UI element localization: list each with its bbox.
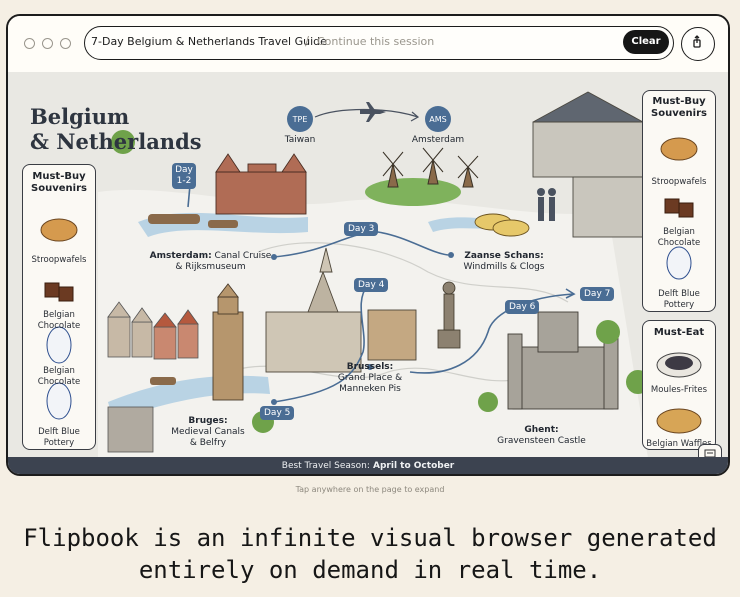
stop-zaanse-desc: Windmills & Clogs — [463, 262, 545, 272]
right-item-3-label-1: Delft Blue — [658, 289, 700, 299]
address-bar[interactable]: 7-Day Belgium & Netherlands Travel Guide… — [84, 26, 674, 60]
day-3-pill: Day 3 — [344, 222, 379, 236]
day-1-2-label-1: Day — [175, 165, 193, 175]
travel-season-value: April to October — [369, 461, 455, 471]
stop-amsterdam-desc-2: & Rijksmuseum — [175, 262, 246, 272]
window-dot-zoom[interactable] — [60, 38, 71, 49]
share-icon — [693, 35, 702, 49]
left-panel-illustrations — [40, 218, 78, 420]
map-title-line2: & Netherlands — [30, 129, 202, 154]
right-item-2-label-2: Chocolate — [657, 238, 701, 248]
left-item-4-label-2: Pottery — [43, 438, 75, 448]
stop-zaanse-name: Zaanse Schans: — [464, 251, 544, 261]
left-item-1-label: Stroopwafels — [31, 255, 87, 265]
left-item-3-label-1: Belgian — [43, 366, 75, 376]
day-1-2-pill: Day 1-2 — [172, 163, 196, 189]
windmills — [365, 147, 479, 206]
stop-amsterdam-desc: Canal Cruise — [211, 251, 272, 261]
day-1-2-label-2: 1-2 — [176, 176, 192, 186]
stop-brussels: Brussels: Grand Place & Manneken Pis — [330, 362, 410, 395]
stop-zaanse-schans: Zaanse Schans: Windmills & Clogs — [454, 251, 554, 273]
stop-ghent-desc: Gravensteen Castle — [497, 436, 586, 446]
clear-button[interactable]: Clear — [623, 30, 669, 54]
stop-brussels-desc-2: Manneken Pis — [339, 384, 401, 394]
travel-map[interactable]: Belgium & Netherlands TPE Taiwan AMS Ams… — [8, 72, 728, 458]
ams-code: AMS — [429, 115, 447, 124]
tagline-line2: entirely on demand in real time. — [138, 556, 602, 584]
travel-season-bar: Best Travel Season: April to October — [8, 457, 728, 474]
browser-window: 7-Day Belgium & Netherlands Travel Guide… — [6, 14, 730, 476]
travel-season-label: Best Travel Season: — [281, 461, 370, 471]
day-5-pill: Day 5 — [260, 406, 295, 420]
title-bar: 7-Day Belgium & Netherlands Travel Guide… — [8, 16, 728, 73]
right-panel-illustrations — [660, 137, 698, 280]
right-item-3-label-2: Pottery — [663, 300, 695, 310]
rijksmuseum — [215, 153, 307, 215]
ams-name: Amsterdam — [411, 135, 465, 145]
caption-toggle-button[interactable] — [698, 444, 722, 458]
must-eat-item-1: Moules-Frites — [650, 385, 708, 395]
stop-bruges-name: Bruges: — [188, 416, 228, 426]
right-souvenirs-panel: Must-Buy Souvenirs Stroopwafels Belgian … — [642, 90, 716, 312]
stop-ghent-name: Ghent: — [524, 425, 559, 435]
left-item-2-label-2: Chocolate — [37, 321, 81, 331]
stop-ghent: Ghent: Gravensteen Castle — [494, 425, 589, 447]
stop-bruges: Bruges: Medieval Canals & Belfry — [168, 416, 248, 449]
address-separator: / — [305, 34, 310, 48]
left-item-4-label-1: Delft Blue — [38, 427, 80, 437]
tagline-line1: Flipbook is an infinite visual browser g… — [23, 524, 717, 552]
stop-bruges-desc-1: Medieval Canals — [171, 427, 245, 437]
right-item-2-label-1: Belgian — [663, 227, 695, 237]
stop-bruges-desc-2: & Belfry — [189, 438, 227, 448]
stop-amsterdam: Amsterdam: Canal Cruise & Rijksmuseum — [148, 251, 273, 273]
window-dot-minimize[interactable] — [42, 38, 53, 49]
airplane-icon — [360, 102, 386, 122]
left-item-2-label-1: Belgian — [43, 310, 75, 320]
right-item-1-label: Stroopwafels — [651, 177, 707, 187]
session-title: 7-Day Belgium & Netherlands Travel Guide — [91, 35, 327, 48]
map-title: Belgium & Netherlands — [30, 104, 202, 154]
stop-amsterdam-name: Amsterdam: — [149, 251, 212, 261]
stop-brussels-desc-1: Grand Place & — [337, 373, 403, 383]
day-7-pill: Day 7 — [580, 287, 615, 301]
left-item-3-label-2: Chocolate — [37, 377, 81, 387]
stop-brussels-name: Brussels: — [346, 362, 394, 372]
tpe-code: TPE — [292, 115, 308, 124]
must-eat-illustrations — [656, 352, 702, 434]
map-title-line1: Belgium — [30, 104, 130, 129]
expand-hint: Tap anywhere on the page to expand — [295, 485, 445, 494]
left-souvenirs-panel: Must-Buy Souvenirs Stroopwafels Belgian … — [22, 164, 96, 450]
session-input-placeholder[interactable]: Continue this session — [317, 35, 434, 48]
share-button[interactable] — [681, 27, 715, 61]
day-4-pill: Day 4 — [354, 278, 389, 292]
day-6-pill: Day 6 — [505, 300, 540, 314]
tagline: Flipbook is an infinite visual browser g… — [0, 522, 740, 586]
must-eat-panel: Must-Eat Moules-Frites Belgian Waffles — [642, 320, 716, 450]
tpe-name: Taiwan — [284, 135, 316, 145]
window-dot-close[interactable] — [24, 38, 35, 49]
